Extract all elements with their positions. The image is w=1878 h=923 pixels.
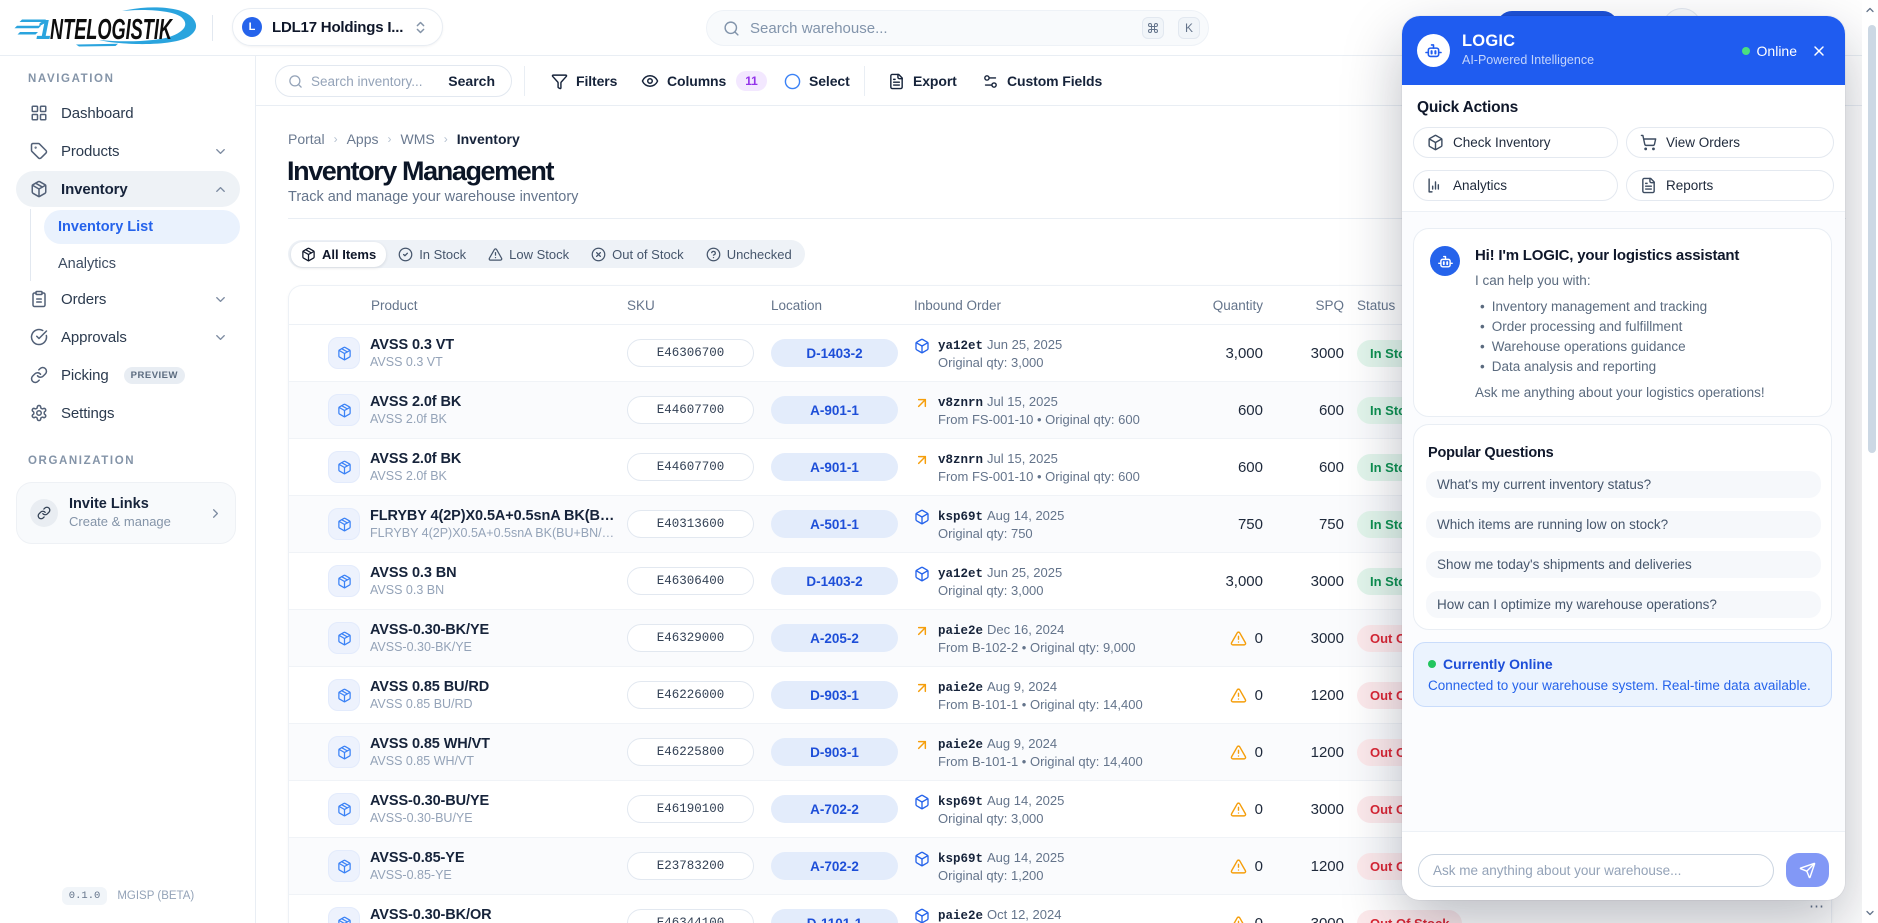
svg-text:NTELOGISTIK: NTELOGISTIK <box>50 14 173 46</box>
